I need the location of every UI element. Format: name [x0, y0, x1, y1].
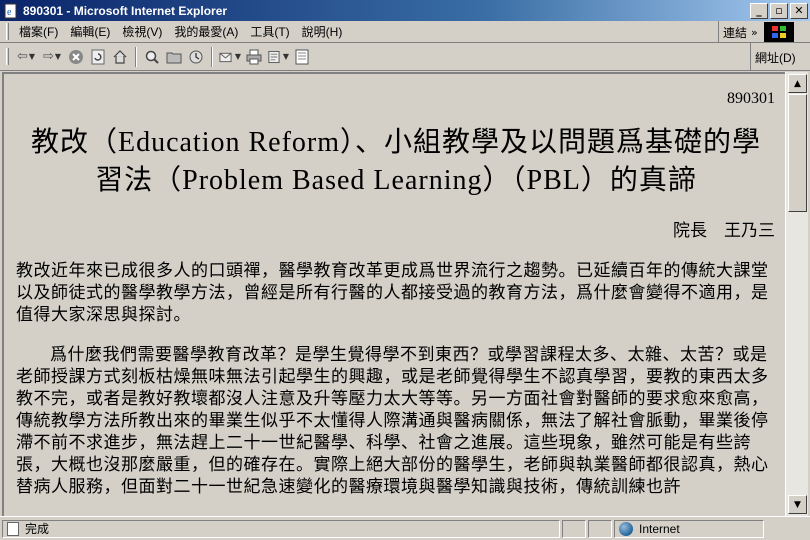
ie-page-icon: e [3, 3, 19, 19]
menu-grip[interactable] [6, 23, 9, 40]
toolbar-separator [135, 46, 137, 67]
status-text: 完成 [25, 522, 50, 536]
toolbar-separator [211, 46, 213, 67]
minimize-button[interactable]: _ [750, 2, 768, 19]
menu-favorites[interactable]: 我的最愛(A) [168, 23, 244, 40]
links-label: 連結 [723, 25, 748, 40]
menu-view[interactable]: 檢視(V) [116, 23, 168, 40]
history-icon[interactable] [187, 46, 205, 68]
page-done-icon [7, 521, 19, 536]
status-main: 完成 [2, 519, 560, 538]
scroll-thumb[interactable] [788, 94, 807, 212]
page-title-line-1: 教改（Education Reform）、小組教學及以問題爲基礎的學 [30, 127, 762, 158]
author-line: 院長 王乃三 [673, 221, 775, 240]
standard-toolbar: ⇦ ▼ ⇨ ▼ ▼ ▼ 網址(D) [0, 43, 810, 71]
paragraph: 教改近年來已成很多人的口頭禪，醫學教育改革更成爲世界流行之趨勢。已延續百年的傳統… [16, 261, 769, 324]
links-bar[interactable]: 連結 » [718, 21, 810, 43]
status-pane-empty [588, 519, 612, 538]
menu-edit[interactable]: 編輯(E) [64, 23, 116, 40]
address-bar-label[interactable]: 網址(D) [750, 43, 810, 71]
close-button[interactable]: ✕ [790, 2, 808, 19]
globe-icon [619, 521, 633, 536]
discuss-icon[interactable] [293, 46, 311, 68]
menu-bar: 檔案(F) 編輯(E) 檢視(V) 我的最愛(A) 工具(T) 說明(H) 連結… [0, 21, 810, 43]
favorites-icon[interactable] [165, 46, 183, 68]
paragraph: 爲什麼我們需要醫學教育改革？是學生覺得學不到東西？或學習課程太多、太雜、太苦？或… [16, 345, 769, 496]
document-id: 890301 [727, 90, 775, 107]
windows-logo-icon [763, 22, 794, 42]
chevron-right-icon[interactable]: » [751, 26, 758, 39]
window-title: 890301 - Microsoft Internet Explorer [23, 3, 228, 18]
page-title-line-2: 習法（Problem Based Learning）（PBL）的真諦 [95, 165, 697, 196]
scroll-up-icon[interactable]: ▲ [788, 74, 807, 93]
svg-text:e: e [7, 7, 12, 18]
edit-icon[interactable]: ▼ [267, 46, 289, 68]
zone-label: Internet [639, 521, 680, 536]
scroll-down-icon[interactable]: ▼ [788, 495, 807, 514]
back-icon[interactable]: ⇦ ▼ [15, 46, 37, 68]
mail-icon[interactable]: ▼ [219, 46, 241, 68]
stop-icon[interactable] [67, 46, 85, 68]
menu-help[interactable]: 說明(H) [296, 23, 349, 40]
security-zone: Internet [614, 519, 764, 538]
print-icon[interactable] [245, 46, 263, 68]
page-title: 教改（Education Reform）、小組教學及以問題爲基礎的學 習法（Pr… [12, 124, 780, 200]
menu-file[interactable]: 檔案(F) [13, 23, 64, 40]
vertical-scrollbar[interactable]: ▲ ▼ [785, 72, 808, 516]
page-viewport[interactable]: 890301 教改（Education Reform）、小組教學及以問題爲基礎的… [2, 72, 785, 516]
search-icon[interactable] [143, 46, 161, 68]
status-bar: 完成 Internet [0, 516, 810, 540]
status-pane-empty [562, 519, 586, 538]
title-bar[interactable]: e 890301 - Microsoft Internet Explorer _… [0, 0, 810, 21]
menu-tools[interactable]: 工具(T) [244, 23, 295, 40]
maximize-button[interactable]: ▫ [770, 2, 788, 19]
forward-icon[interactable]: ⇨ ▼ [41, 46, 63, 68]
toolbar-grip[interactable] [6, 48, 9, 65]
refresh-icon[interactable] [89, 46, 107, 68]
home-icon[interactable] [111, 46, 129, 68]
